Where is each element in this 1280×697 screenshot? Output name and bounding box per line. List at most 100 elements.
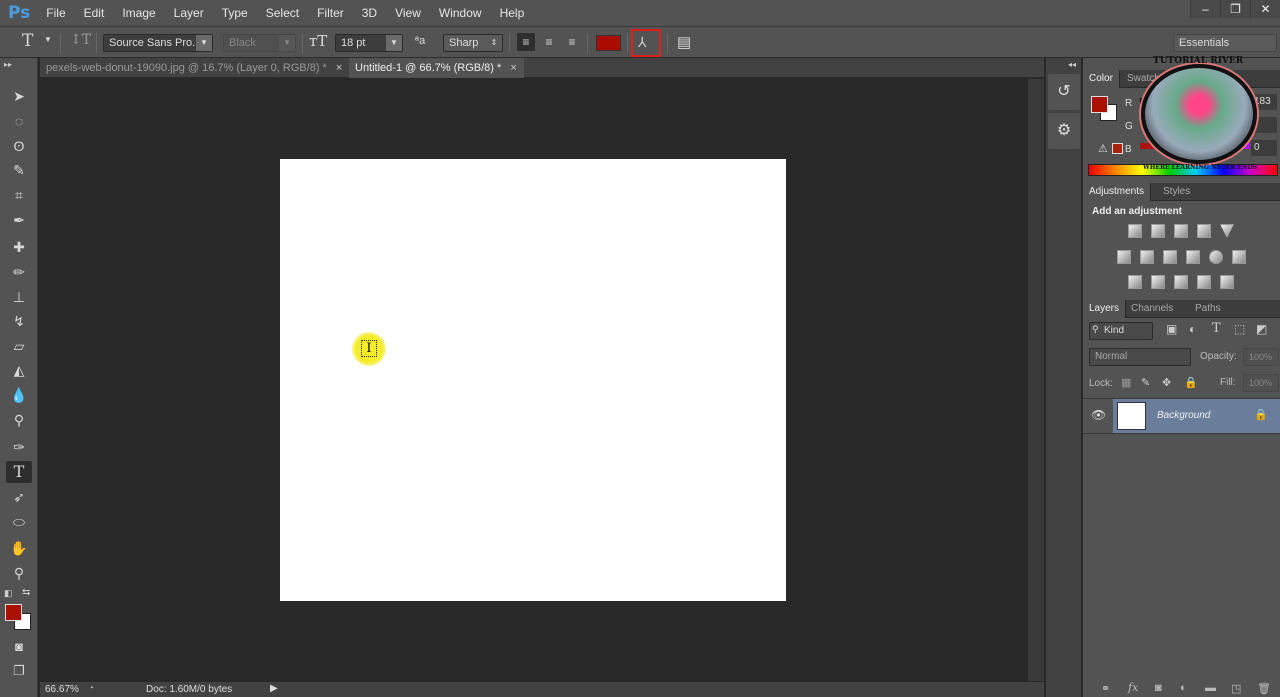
screen-mode-icon[interactable]: ❐ — [6, 660, 32, 682]
pen-tool-icon[interactable]: ✑ — [6, 436, 32, 458]
menu-window[interactable]: Window — [439, 6, 482, 20]
properties-panel-icon[interactable]: ⚙ — [1048, 113, 1080, 149]
close-button[interactable]: ✕ — [1250, 0, 1280, 18]
ellipse-tool-icon[interactable]: ⬭ — [6, 511, 32, 533]
layer-row-background[interactable]: 👁 Background 🔒 — [1083, 398, 1280, 434]
tab-channels[interactable]: Channels — [1125, 300, 1179, 318]
tab-layers[interactable]: Layers — [1083, 300, 1127, 318]
status-menu-arrow-icon[interactable]: ▶ — [270, 683, 278, 694]
color-panel-foreground-swatch[interactable] — [1091, 96, 1108, 113]
invert-icon[interactable] — [1128, 275, 1142, 289]
healing-brush-tool-icon[interactable]: ✚ — [6, 236, 32, 258]
menu-type[interactable]: Type — [222, 6, 248, 20]
blend-mode-select[interactable]: Normal — [1089, 348, 1191, 366]
move-tool-icon[interactable]: ➤ — [6, 85, 32, 107]
crop-tool-icon[interactable]: ⌗ — [6, 184, 32, 206]
menu-layer[interactable]: Layer — [174, 6, 204, 20]
history-brush-tool-icon[interactable]: ↯ — [6, 310, 32, 332]
gradient-map-icon[interactable] — [1220, 275, 1234, 289]
hue-saturation-icon[interactable] — [1117, 250, 1131, 264]
workspace-select[interactable]: Essentials — [1173, 34, 1277, 52]
selective-color-icon[interactable] — [1197, 275, 1211, 289]
eraser-tool-icon[interactable]: ▱ — [6, 335, 32, 357]
dodge-tool-icon[interactable]: ⚲ — [6, 409, 32, 431]
delete-layer-icon[interactable]: 🗑 — [1257, 682, 1271, 695]
exposure-icon[interactable] — [1197, 224, 1211, 238]
zoom-level[interactable]: 66.67% — [45, 684, 79, 695]
hand-tool-icon[interactable]: ✋ — [6, 537, 32, 559]
new-adjustment-layer-icon[interactable]: ◐ — [1180, 682, 1187, 694]
default-colors-icon[interactable]: ◧ — [4, 588, 13, 599]
align-left-icon[interactable]: ≡ — [517, 33, 535, 51]
lock-transparent-icon[interactable]: ▦ — [1121, 376, 1131, 389]
minimize-button[interactable]: – — [1190, 0, 1220, 18]
antialias-select[interactable]: Sharp ⇕ — [443, 34, 503, 52]
tab-untitled-1[interactable]: Untitled-1 @ 66.7% (RGB/8) * × — [349, 58, 524, 78]
foreground-color-swatch[interactable] — [5, 604, 22, 621]
filter-adjustment-icon[interactable]: ◐ — [1189, 322, 1196, 336]
align-center-icon[interactable]: ≡ — [540, 33, 558, 51]
tab-color[interactable]: Color — [1083, 70, 1120, 88]
layer-filter-select[interactable]: Kind — [1089, 322, 1153, 340]
photo-filter-icon[interactable] — [1186, 250, 1200, 264]
posterize-icon[interactable] — [1151, 275, 1165, 289]
new-layer-icon[interactable]: ◳ — [1231, 682, 1241, 695]
fill-input[interactable]: 100% — [1243, 374, 1279, 392]
filter-shape-icon[interactable]: ⬚ — [1234, 322, 1245, 336]
tab-pexels-donut[interactable]: pexels-web-donut-19090.jpg @ 16.7% (Laye… — [40, 58, 350, 78]
menu-file[interactable]: File — [46, 6, 65, 20]
warp-text-button[interactable]: ⅄ — [631, 29, 661, 57]
paint-bucket-tool-icon[interactable]: ◭ — [6, 359, 32, 381]
restore-button[interactable]: ❐ — [1220, 0, 1250, 18]
zoom-tool-icon[interactable]: ⚲ — [6, 562, 32, 584]
quick-selection-tool-icon[interactable]: ✎ — [6, 159, 32, 181]
text-orientation-icon[interactable]: ↕T — [70, 32, 91, 48]
color-lookup-icon[interactable] — [1232, 250, 1246, 264]
collapse-panel-icon[interactable]: ▸▸ — [4, 60, 12, 69]
opacity-input[interactable]: 100% — [1243, 348, 1279, 366]
lasso-tool-icon[interactable]: ʘ — [6, 135, 32, 157]
menu-help[interactable]: Help — [500, 6, 525, 20]
history-panel-icon[interactable]: ↺ — [1048, 74, 1080, 110]
document-canvas[interactable] — [280, 159, 786, 601]
channel-mixer-icon[interactable] — [1209, 250, 1223, 264]
quick-mask-icon[interactable]: ◙ — [6, 636, 32, 658]
visibility-eye-icon[interactable]: 👁 — [1091, 408, 1106, 422]
brush-tool-icon[interactable]: ✏ — [6, 261, 32, 283]
tab-styles[interactable]: Styles — [1157, 183, 1196, 201]
filter-pixel-icon[interactable]: ▣ — [1166, 322, 1177, 336]
vertical-scrollbar[interactable] — [1028, 79, 1044, 681]
layer-name[interactable]: Background — [1157, 410, 1210, 421]
menu-image[interactable]: Image — [122, 6, 155, 20]
gamut-color-swatch[interactable] — [1112, 143, 1123, 154]
text-color-swatch[interactable] — [596, 35, 621, 51]
status-info-icon[interactable]: ◔ — [88, 683, 94, 694]
channel-b-value[interactable]: 0 — [1251, 140, 1277, 156]
type-tool-icon[interactable]: T — [6, 461, 32, 483]
new-group-icon[interactable]: ▬ — [1205, 682, 1216, 694]
filter-smart-object-icon[interactable]: ◩ — [1256, 322, 1267, 336]
menu-filter[interactable]: Filter — [317, 6, 344, 20]
eyedropper-tool-icon[interactable]: ✒ — [6, 209, 32, 231]
font-size-select[interactable]: 18 pt ▼ — [335, 34, 403, 52]
lock-position-icon[interactable]: ✥ — [1162, 376, 1171, 389]
out-of-gamut-warning-icon[interactable]: ⚠ — [1098, 142, 1108, 155]
levels-icon[interactable] — [1151, 224, 1165, 238]
font-family-select[interactable]: Source Sans Pro... ▼ — [103, 34, 213, 52]
character-panel-icon[interactable]: ▤ — [677, 33, 691, 51]
add-mask-icon[interactable]: ◙ — [1155, 682, 1162, 694]
vibrance-icon[interactable] — [1220, 224, 1234, 238]
tab-adjustments[interactable]: Adjustments — [1083, 183, 1152, 201]
marquee-tool-icon[interactable]: ◌ — [6, 110, 32, 132]
font-style-select[interactable]: Black ▼ — [223, 34, 296, 52]
filter-type-icon[interactable]: T — [1212, 321, 1221, 336]
brightness-contrast-icon[interactable] — [1128, 224, 1142, 238]
menu-3d[interactable]: 3D — [362, 6, 377, 20]
layer-style-fx-icon[interactable]: fx — [1128, 681, 1138, 694]
swap-colors-icon[interactable]: ⇆ — [22, 587, 30, 598]
black-white-icon[interactable] — [1163, 250, 1177, 264]
blur-tool-icon[interactable]: 💧 — [6, 384, 32, 406]
clone-stamp-tool-icon[interactable]: ⊥ — [6, 286, 32, 308]
tab-paths[interactable]: Paths — [1189, 300, 1227, 318]
type-tool-preset-icon[interactable]: T — [22, 31, 33, 51]
